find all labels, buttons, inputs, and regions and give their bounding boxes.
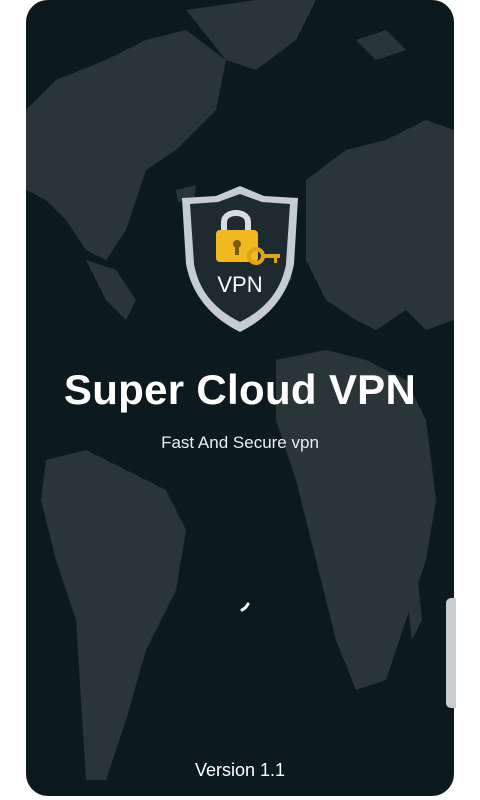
app-title: Super Cloud VPN [63,366,417,413]
vpn-shield-logo: VPN [182,186,298,332]
app-subtitle: Fast And Secure vpn [161,433,319,452]
version-label: Version 1.1 [194,760,286,780]
splash-screen: VPN Super Cloud VPN Fast And Secure vpn … [26,0,454,796]
logo-vpn-text: VPN [217,272,262,297]
loading-spinner-icon [240,602,250,612]
side-edge-handle[interactable] [446,598,456,708]
